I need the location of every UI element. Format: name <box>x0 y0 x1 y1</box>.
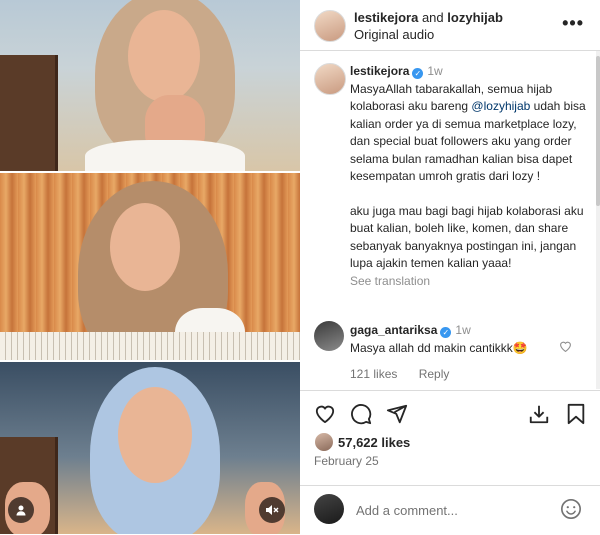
caption-time[interactable]: 1w <box>427 64 442 78</box>
likes-count[interactable]: 57,622 likes <box>338 435 410 450</box>
comment-meta: 121 likes Reply <box>350 365 590 383</box>
like-button[interactable] <box>314 403 336 428</box>
share-icon <box>386 404 408 424</box>
tagged-users-button[interactable] <box>8 497 34 523</box>
emoji-button[interactable] <box>560 498 582 525</box>
face-shape <box>118 387 192 483</box>
post-caption: lestikejora ✓ 1w MasyaAllah tabarakallah, … <box>350 63 590 290</box>
comment-username[interactable]: gaga_antariksa <box>350 323 437 337</box>
post-header: lestikejora and lozyhijab Original audio… <box>300 0 600 51</box>
caption-paragraph-2: aku juga mau bagi bagi hijab kolaborasi … <box>350 203 584 271</box>
save-button[interactable] <box>566 403 586 430</box>
more-options-button[interactable]: ••• <box>562 13 584 34</box>
shirt-shape <box>85 140 245 171</box>
comment-like-button[interactable] <box>559 339 572 357</box>
caption-mention-link[interactable]: @lozyhijab <box>471 99 530 113</box>
see-translation-link[interactable]: See translation <box>350 273 590 291</box>
mute-button[interactable] <box>259 497 285 523</box>
comments-list: lestikejora ✓ 1w MasyaAllah tabarakallah, … <box>300 51 596 389</box>
caption-avatar[interactable] <box>314 63 346 95</box>
collaborator-link[interactable]: lozyhijab <box>447 10 503 25</box>
author-avatar[interactable] <box>314 10 346 42</box>
liker-avatar <box>314 432 334 452</box>
heart-icon <box>315 405 335 424</box>
video-frame-2 <box>0 173 300 360</box>
face-shape <box>110 203 180 291</box>
share-button[interactable] <box>386 403 408 430</box>
save-icon <box>567 403 585 425</box>
verified-badge-icon: ✓ <box>440 327 452 338</box>
user-icon <box>16 505 26 516</box>
emoji-icon <box>561 499 581 519</box>
more-icon: ••• <box>562 13 584 33</box>
mute-icon <box>266 505 279 515</box>
download-icon <box>529 405 549 424</box>
caption-username[interactable]: lestikejora <box>350 64 409 78</box>
audio-link[interactable]: Original audio <box>354 27 434 42</box>
comment-icon <box>351 404 372 425</box>
post-date[interactable]: February 25 <box>314 454 379 468</box>
post-details-panel: lestikejora and lozyhijab Original audio… <box>300 0 600 534</box>
comment-reply-button[interactable]: Reply <box>419 367 450 381</box>
comment-likes-link[interactable]: 121 likes <box>350 367 397 381</box>
comments-scroll-thumb[interactable] <box>596 56 600 206</box>
comment-item: gaga_antariksa ✓ 1w Masya allah dd makin c… <box>350 321 590 383</box>
comment-composer <box>300 485 600 535</box>
face-shape <box>128 10 200 102</box>
comment-button[interactable] <box>350 403 372 430</box>
comment-time[interactable]: 1w <box>455 323 470 337</box>
add-comment-input[interactable] <box>354 498 548 522</box>
post-action-bar <box>300 390 600 435</box>
post-media-video[interactable] <box>0 0 300 534</box>
authors-joiner: and <box>421 10 444 25</box>
verified-badge-icon: ✓ <box>412 68 424 79</box>
post-authors: lestikejora and lozyhijab <box>354 10 503 25</box>
download-button[interactable] <box>528 403 550 430</box>
piano-keys-shape <box>0 332 300 360</box>
post-likes[interactable]: 57,622 likes <box>314 432 410 452</box>
heart-icon <box>560 341 571 353</box>
viewer-avatar <box>314 494 344 524</box>
video-frame-3 <box>0 362 300 534</box>
commenter-avatar[interactable] <box>314 321 344 351</box>
furniture-shape <box>0 55 58 171</box>
caption-text-block: MasyaAllah tabarakallah, semua hijab kol… <box>350 81 590 186</box>
author-link[interactable]: lestikejora <box>354 10 418 25</box>
comment-text: Masya allah dd makin cantikkk🤩 <box>350 341 528 355</box>
video-frame-1 <box>0 0 300 171</box>
